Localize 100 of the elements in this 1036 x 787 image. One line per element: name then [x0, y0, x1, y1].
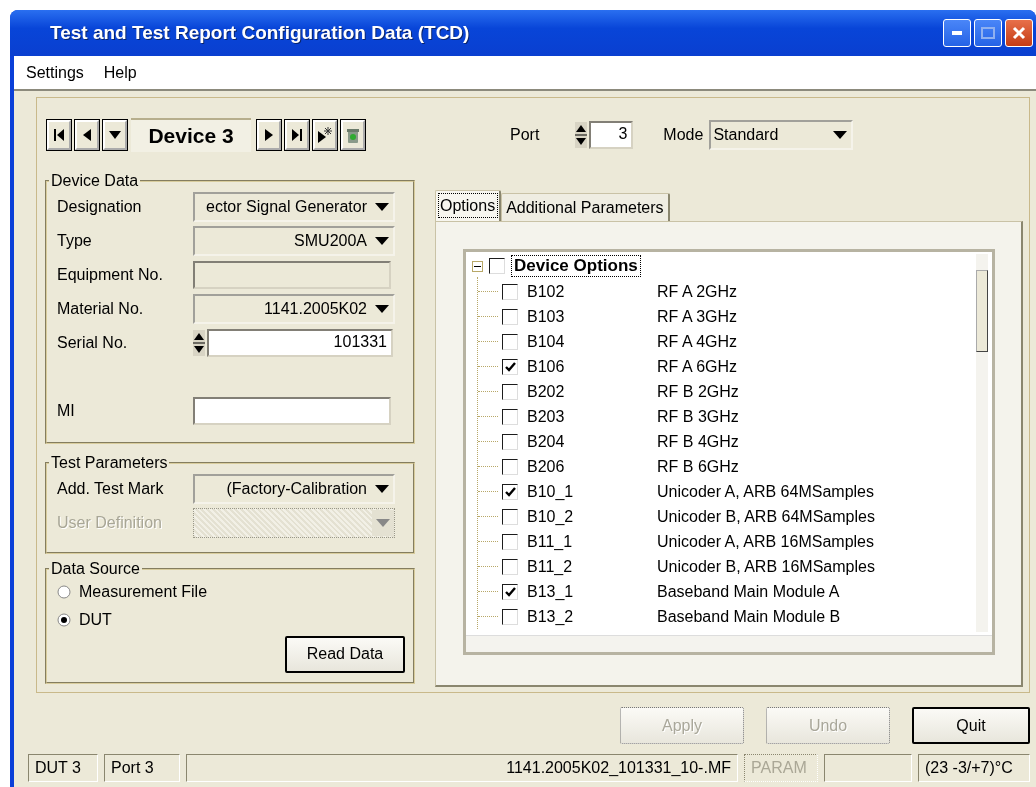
option-code: B10_1 [526, 482, 575, 501]
window-title: Test and Test Report Configuration Data (TCD) [50, 22, 471, 44]
option-description: RF A 6GHz [657, 357, 738, 376]
caret-icon [109, 131, 121, 139]
skip-forward-icon [292, 129, 302, 141]
read-data-button[interactable]: Read Data [285, 635, 405, 673]
previous-button[interactable] [75, 120, 99, 150]
group-title: Data Source [50, 560, 141, 578]
left-arrow-icon [83, 129, 91, 141]
checkbox[interactable] [502, 433, 518, 450]
checkbox[interactable] [502, 283, 518, 300]
status-panel: (23 -3/+7)°C [918, 754, 1030, 782]
option-description: RF A 2GHz [657, 282, 738, 301]
checkbox[interactable] [502, 358, 518, 375]
option-description: Unicoder B, ARB 64MSamples [657, 507, 875, 526]
first-button[interactable] [47, 120, 71, 150]
status-panel: PARAM [744, 754, 818, 782]
new-button[interactable] [313, 120, 337, 150]
dropdown-button[interactable] [103, 120, 127, 150]
dropdown[interactable]: SMU200A [193, 226, 395, 256]
option-code: B11_2 [526, 557, 574, 576]
dropdown[interactable]: ector Signal Generator [193, 192, 395, 222]
option-code: B102 [526, 282, 566, 301]
checkbox[interactable] [502, 333, 518, 350]
trash-icon [346, 127, 360, 143]
option-code: B104 [526, 332, 566, 351]
checkbox[interactable] [502, 308, 518, 325]
checkbox[interactable] [489, 258, 505, 274]
option-code: B204 [526, 432, 566, 451]
field-label: MI [57, 402, 76, 420]
radio-button[interactable] [57, 585, 71, 599]
spin-arrows-icon[interactable] [193, 330, 205, 356]
tab[interactable]: Additional Parameters [501, 193, 670, 221]
scrollbar[interactable] [466, 635, 992, 652]
minimize-icon [952, 31, 962, 35]
status-panel: DUT 3 [28, 754, 98, 782]
menu-item[interactable]: Settings [26, 63, 84, 82]
tree-root-label[interactable]: Device Options [511, 255, 641, 277]
checkbox[interactable] [502, 508, 518, 525]
last-button[interactable] [285, 120, 309, 150]
menu-item[interactable]: Help [103, 63, 137, 82]
option-code: B202 [526, 382, 566, 401]
skip-back-icon [54, 129, 64, 141]
spin-arrows-icon[interactable] [575, 122, 588, 148]
option-code: B13_1 [526, 582, 575, 601]
maximize-button[interactable] [974, 19, 1002, 47]
tab[interactable]: Options [435, 190, 502, 221]
device-label: Device 3 [131, 118, 251, 152]
input-field[interactable] [193, 397, 391, 425]
input-field[interactable]: 101331 [207, 329, 393, 357]
mode-dropdown[interactable]: Standard [709, 120, 854, 150]
option-description: RF B 3GHz [657, 407, 739, 426]
option-description: Unicoder A, ARB 16MSamples [657, 532, 874, 551]
group-title: Device Data [50, 172, 140, 190]
radio-label: Measurement File [79, 583, 208, 601]
field-label: User Definition [57, 514, 163, 532]
option-description: RF B 2GHz [657, 382, 739, 401]
option-code: B103 [526, 307, 566, 326]
maximize-icon [981, 27, 995, 39]
arrow-sparkle-icon [318, 127, 332, 143]
close-button[interactable] [1005, 19, 1033, 47]
close-icon [1012, 26, 1026, 40]
option-code: B10_2 [526, 507, 575, 526]
option-description: RF B 6GHz [657, 457, 739, 476]
minimize-button[interactable] [943, 19, 971, 47]
option-description: Baseband Main Module B [657, 607, 841, 626]
option-description: RF B 4GHz [657, 432, 739, 451]
field-label: Material No. [57, 300, 145, 318]
checkbox[interactable] [502, 483, 518, 500]
checkbox[interactable] [502, 558, 518, 575]
dropdown[interactable]: 1141.2005K02 [193, 294, 395, 324]
scrollbar[interactable] [976, 254, 988, 632]
dialog-button[interactable]: Quit [912, 707, 1030, 744]
radio-button[interactable] [57, 613, 71, 627]
field-label: Add. Test Mark [57, 480, 165, 498]
checkbox[interactable] [502, 533, 518, 550]
checkbox[interactable] [502, 383, 518, 400]
checkbox[interactable] [502, 408, 518, 425]
next-button[interactable] [257, 120, 281, 150]
port-field[interactable]: 3 [589, 121, 634, 149]
option-description: Unicoder A, ARB 64MSamples [657, 482, 874, 501]
option-code: B13_2 [526, 607, 575, 626]
option-code: B11_1 [526, 532, 574, 551]
checkbox[interactable] [502, 608, 518, 625]
option-description: RF A 3GHz [657, 307, 738, 326]
field-label: Serial No. [57, 334, 129, 352]
checkbox[interactable] [502, 458, 518, 475]
collapse-icon[interactable] [472, 260, 483, 272]
status-panel: Port 3 [104, 754, 180, 782]
mode-label: Mode [663, 126, 704, 144]
input-field[interactable] [193, 261, 391, 289]
dropdown[interactable]: (Factory-Calibration [193, 474, 395, 504]
option-description: Baseband Main Module A [657, 582, 840, 601]
field-label: Type [57, 232, 93, 250]
checkbox[interactable] [502, 583, 518, 600]
field-label: Equipment No. [57, 266, 164, 284]
delete-button[interactable] [341, 120, 365, 150]
option-code: B106 [526, 357, 566, 376]
radio-label: DUT [79, 611, 112, 629]
option-description: RF A 4GHz [657, 332, 738, 351]
